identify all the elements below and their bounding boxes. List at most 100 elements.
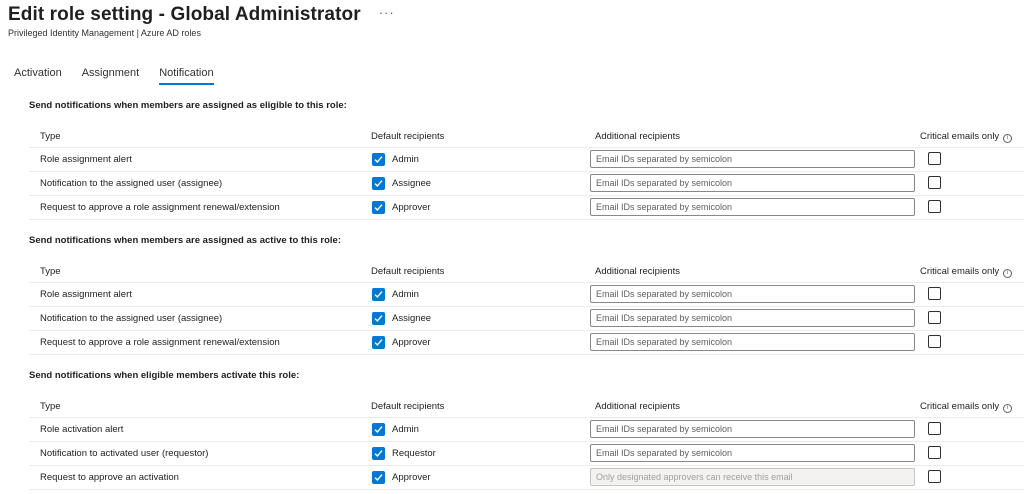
default-recipient-label: Admin — [392, 424, 419, 435]
column-header-critical-emails: Critical emails only i — [920, 131, 1013, 143]
table-row: Notification to the assigned user (assig… — [29, 307, 1024, 331]
default-recipient-checkbox[interactable] — [372, 288, 385, 301]
table-row: Notification to the assigned user (assig… — [29, 172, 1024, 196]
table-rows: Role assignment alert Admin Notification… — [29, 283, 1024, 355]
critical-emails-checkbox[interactable] — [928, 335, 941, 348]
critical-emails-label: Critical emails only — [920, 401, 1000, 412]
default-recipient-label: Approver — [392, 202, 431, 213]
default-recipient-label: Assignee — [392, 178, 432, 189]
column-header-type: Type — [40, 266, 61, 277]
critical-emails-checkbox[interactable] — [928, 176, 941, 189]
notification-type: Request to approve a role assignment ren… — [40, 337, 280, 348]
checkmark-icon — [374, 156, 383, 164]
tab-activation[interactable]: Activation — [14, 67, 62, 85]
breadcrumb-subtitle: Privileged Identity Management | Azure A… — [8, 28, 201, 38]
additional-recipients-input[interactable] — [590, 420, 915, 438]
critical-emails-checkbox[interactable] — [928, 446, 941, 459]
page-header: Edit role setting - Global Administrator… — [8, 4, 395, 38]
checkmark-icon — [374, 474, 383, 482]
table-row: Role assignment alert Admin — [29, 283, 1024, 307]
additional-recipients-input[interactable] — [590, 309, 915, 327]
default-recipient-checkbox[interactable] — [372, 177, 385, 190]
checkmark-icon — [374, 450, 383, 458]
column-header-default-recipients: Default recipients — [371, 131, 445, 142]
critical-emails-checkbox[interactable] — [928, 200, 941, 213]
default-recipient-label: Admin — [392, 154, 419, 165]
notification-table: Type Default recipients Additional recip… — [29, 259, 1024, 355]
info-icon[interactable]: i — [1003, 134, 1013, 143]
notification-type: Notification to activated user (requesto… — [40, 448, 209, 459]
critical-emails-checkbox[interactable] — [928, 422, 941, 435]
checkmark-icon — [374, 315, 383, 323]
notification-type: Role activation alert — [40, 424, 124, 435]
default-recipient-checkbox[interactable] — [372, 471, 385, 484]
page-title: Edit role setting - Global Administrator — [8, 4, 361, 25]
default-recipient-checkbox[interactable] — [372, 336, 385, 349]
notification-type: Role assignment alert — [40, 154, 132, 165]
notification-table: Type Default recipients Additional recip… — [29, 394, 1024, 490]
checkmark-icon — [374, 204, 383, 212]
title-row: Edit role setting - Global Administrator… — [8, 4, 395, 26]
table-header: Type Default recipients Additional recip… — [29, 259, 1024, 283]
notification-type: Request to approve a role assignment ren… — [40, 202, 280, 213]
checkmark-icon — [374, 339, 383, 347]
tab-notification[interactable]: Notification — [159, 67, 214, 85]
column-header-default-recipients: Default recipients — [371, 266, 445, 277]
critical-emails-label: Critical emails only — [920, 266, 1000, 277]
table-row: Notification to activated user (requesto… — [29, 442, 1024, 466]
additional-recipients-input[interactable] — [590, 444, 915, 462]
column-header-additional-recipients: Additional recipients — [595, 401, 681, 412]
table-header: Type Default recipients Additional recip… — [29, 124, 1024, 148]
critical-emails-checkbox[interactable] — [928, 470, 941, 483]
notification-type: Notification to the assigned user (assig… — [40, 178, 223, 189]
table-rows: Role assignment alert Admin Notification… — [29, 148, 1024, 220]
checkmark-icon — [374, 291, 383, 299]
checkmark-icon — [374, 180, 383, 188]
column-header-type: Type — [40, 131, 61, 142]
default-recipient-checkbox[interactable] — [372, 201, 385, 214]
critical-emails-checkbox[interactable] — [928, 287, 941, 300]
column-header-additional-recipients: Additional recipients — [595, 131, 681, 142]
section-title: Send notifications when members are assi… — [29, 100, 347, 111]
checkmark-icon — [374, 426, 383, 434]
default-recipient-label: Assignee — [392, 313, 432, 324]
additional-recipients-input[interactable] — [590, 150, 915, 168]
info-icon[interactable]: i — [1003, 269, 1013, 278]
section-title: Send notifications when eligible members… — [29, 370, 300, 381]
additional-recipients-input[interactable] — [590, 198, 915, 216]
default-recipient-checkbox[interactable] — [372, 447, 385, 460]
additional-recipients-input[interactable] — [590, 174, 915, 192]
table-rows: Role activation alert Admin Notification… — [29, 418, 1024, 490]
notification-type: Role assignment alert — [40, 289, 132, 300]
table-row: Request to approve an activation Approve… — [29, 466, 1024, 490]
section-title: Send notifications when members are assi… — [29, 235, 342, 246]
additional-recipients-input[interactable] — [590, 285, 915, 303]
default-recipient-checkbox[interactable] — [372, 153, 385, 166]
column-header-critical-emails: Critical emails only i — [920, 401, 1013, 413]
column-header-additional-recipients: Additional recipients — [595, 266, 681, 277]
column-header-type: Type — [40, 401, 61, 412]
tab-bar: Activation Assignment Notification — [14, 67, 234, 85]
more-options-button[interactable]: ··· — [379, 5, 395, 20]
critical-emails-label: Critical emails only — [920, 131, 1000, 142]
tab-assignment[interactable]: Assignment — [82, 67, 139, 85]
notification-type: Notification to the assigned user (assig… — [40, 313, 223, 324]
default-recipient-checkbox[interactable] — [372, 423, 385, 436]
table-row: Request to approve a role assignment ren… — [29, 331, 1024, 355]
critical-emails-checkbox[interactable] — [928, 152, 941, 165]
additional-recipients-input — [590, 468, 915, 486]
additional-recipients-input[interactable] — [590, 333, 915, 351]
notification-type: Request to approve an activation — [40, 472, 179, 483]
column-header-critical-emails: Critical emails only i — [920, 266, 1013, 278]
table-header: Type Default recipients Additional recip… — [29, 394, 1024, 418]
table-row: Role assignment alert Admin — [29, 148, 1024, 172]
critical-emails-checkbox[interactable] — [928, 311, 941, 324]
notification-table: Type Default recipients Additional recip… — [29, 124, 1024, 220]
table-row: Request to approve a role assignment ren… — [29, 196, 1024, 220]
table-row: Role activation alert Admin — [29, 418, 1024, 442]
default-recipient-checkbox[interactable] — [372, 312, 385, 325]
default-recipient-label: Requestor — [392, 448, 436, 459]
default-recipient-label: Approver — [392, 337, 431, 348]
info-icon[interactable]: i — [1003, 404, 1013, 413]
column-header-default-recipients: Default recipients — [371, 401, 445, 412]
